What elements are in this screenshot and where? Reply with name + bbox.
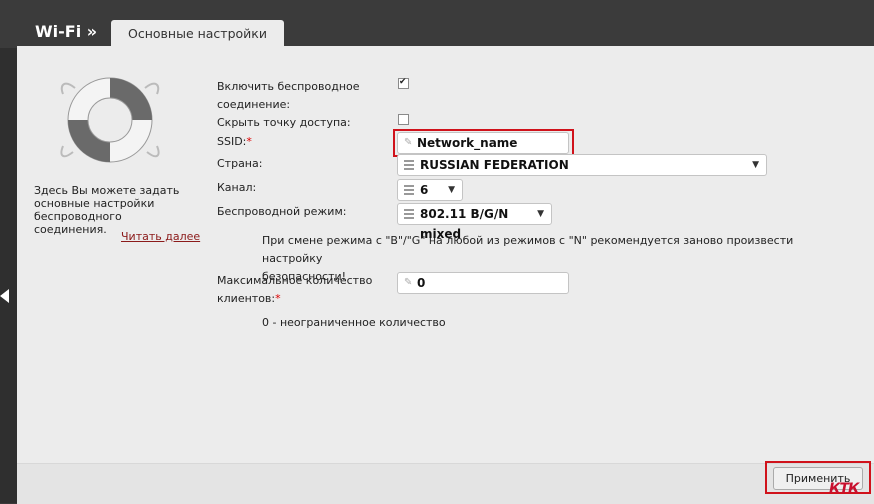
ssid-input[interactable]: ✎ Network_name bbox=[397, 132, 569, 154]
max-clients-label: Максимальное количество клиентов:* bbox=[217, 274, 373, 305]
list-icon bbox=[404, 209, 414, 219]
enable-wireless-label: Включить беспроводное соединение: bbox=[217, 80, 360, 111]
max-clients-note: 0 - неограниченное количество bbox=[262, 316, 446, 329]
ssid-label: SSID:* bbox=[217, 135, 252, 148]
chevron-down-icon: ▼ bbox=[537, 209, 544, 219]
chevron-down-icon: ▼ bbox=[752, 160, 759, 170]
list-icon bbox=[404, 160, 414, 170]
country-select[interactable]: RUSSIAN FEDERATION ▼ bbox=[397, 154, 767, 176]
footer-bar bbox=[17, 463, 874, 504]
collapse-arrow-icon[interactable] bbox=[0, 289, 9, 303]
channel-select[interactable]: 6 ▼ bbox=[397, 179, 463, 201]
enable-wireless-checkbox[interactable]: ✔ bbox=[398, 77, 409, 89]
hide-ap-checkbox[interactable] bbox=[398, 114, 409, 125]
channel-label: Канал: bbox=[217, 181, 257, 194]
help-text: Здесь Вы можете задать основные настройк… bbox=[34, 184, 180, 236]
hide-ap-label: Скрыть точку доступа: bbox=[217, 116, 351, 129]
tab-basic-settings[interactable]: Основные настройки bbox=[111, 20, 284, 48]
chevron-down-icon: ▼ bbox=[448, 185, 455, 195]
lifebuoy-icon bbox=[55, 70, 165, 170]
watermark-logo: КТК bbox=[829, 481, 859, 497]
pencil-icon: ✎ bbox=[404, 277, 413, 288]
section-title[interactable]: Wi-Fi » bbox=[35, 22, 97, 41]
country-label: Страна: bbox=[217, 157, 263, 170]
mode-select[interactable]: 802.11 B/G/N mixed ▼ bbox=[397, 203, 552, 241]
max-clients-input[interactable]: ✎ 0 bbox=[397, 272, 569, 294]
mode-label: Беспроводной режим: bbox=[217, 205, 347, 218]
left-edge-bar bbox=[0, 48, 17, 503]
check-icon: ✔ bbox=[399, 77, 407, 87]
read-more-link[interactable]: Читать далее bbox=[121, 230, 200, 243]
list-icon bbox=[404, 185, 414, 195]
pencil-icon: ✎ bbox=[404, 137, 413, 148]
